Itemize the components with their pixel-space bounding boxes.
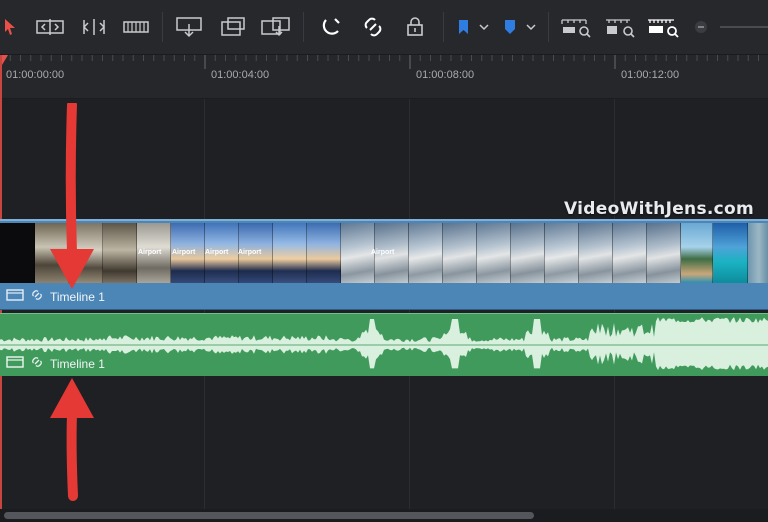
horizontal-scrollbar[interactable]	[0, 509, 768, 522]
toolbar-divider	[443, 12, 444, 42]
thumb-captions: Airport Airport Airport Airport Airport	[0, 249, 768, 259]
trim-mode-icon[interactable]	[34, 12, 66, 42]
timecode-label: 01:00:04:00	[211, 69, 270, 81]
insert-clip-icon[interactable]	[173, 12, 205, 42]
timecode-label: 01:00:12:00	[621, 69, 680, 81]
audio-clip[interactable]: Timeline 1	[0, 313, 768, 376]
overwrite-clip-icon[interactable]	[218, 12, 248, 42]
snapping-icon[interactable]	[318, 12, 344, 42]
annotation-arrow-up	[50, 378, 94, 501]
zoom-slider[interactable]	[720, 26, 768, 28]
replace-clip-icon[interactable]	[259, 12, 293, 42]
thumb-caption: Airport	[238, 249, 262, 256]
clip-type-icon	[6, 288, 24, 305]
toolbar-divider	[548, 12, 549, 42]
selection-arrow-icon[interactable]	[2, 12, 18, 42]
thumb-caption: Airport	[138, 249, 162, 256]
thumb-caption: Airport	[205, 249, 229, 256]
dynamic-trim-icon[interactable]	[78, 12, 110, 42]
video-clip[interactable]: Airport Airport Airport Airport Airport …	[0, 219, 768, 310]
clip-type-icon	[6, 355, 24, 372]
timecode-label: 01:00:08:00	[416, 69, 475, 81]
annotation-arrow-down	[50, 103, 94, 289]
link-icon	[30, 288, 44, 305]
marker-icon[interactable]	[501, 12, 519, 42]
thumb-caption: Airport	[172, 249, 196, 256]
toolbar-divider	[162, 12, 163, 42]
video-clip-name: Timeline 1	[50, 289, 105, 304]
thumb-caption: Airport	[371, 249, 395, 256]
linked-selection-icon[interactable]	[360, 12, 386, 42]
timeline-toolbar	[0, 0, 768, 55]
timecode-label: 01:00:00:00	[6, 69, 65, 81]
blade-icon[interactable]	[122, 12, 150, 42]
link-icon	[30, 355, 44, 372]
audio-waveform	[0, 317, 768, 371]
zoom-out-button[interactable]	[692, 12, 710, 42]
toolbar-divider	[303, 12, 304, 42]
audio-clip-name: Timeline 1	[50, 356, 105, 371]
flag-icon[interactable]	[454, 12, 472, 42]
zoom-custom-icon[interactable]	[646, 12, 680, 42]
timecode-ruler[interactable]: 01:00:00:00 01:00:04:00 01:00:08:00 01:0…	[0, 55, 768, 99]
zoom-full-icon[interactable]	[560, 12, 592, 42]
audio-clip-label: Timeline 1	[6, 355, 105, 372]
watermark-text: VideoWithJens.com	[564, 199, 754, 219]
scrollbar-thumb[interactable]	[4, 512, 534, 519]
zoom-detail-icon[interactable]	[604, 12, 636, 42]
position-lock-icon[interactable]	[403, 12, 427, 42]
chevron-down-icon[interactable]	[524, 12, 538, 42]
chevron-down-icon[interactable]	[477, 12, 491, 42]
